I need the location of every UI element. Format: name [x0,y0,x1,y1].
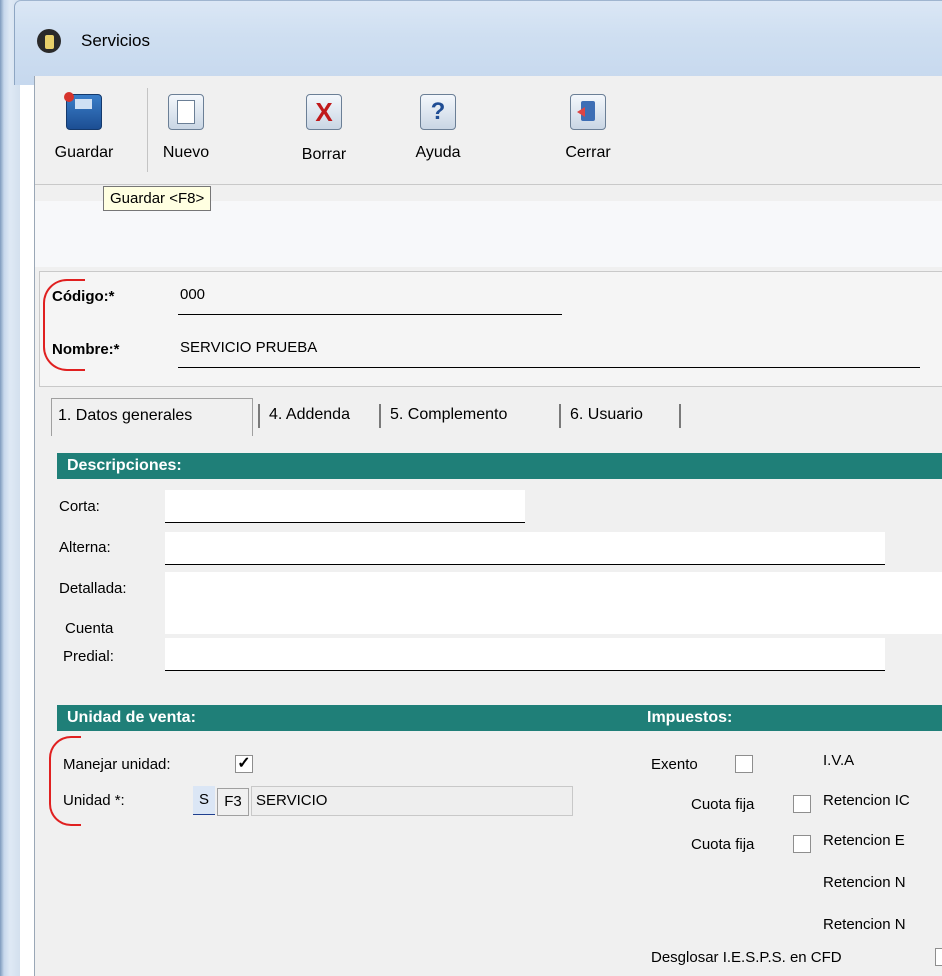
delete-icon: X [306,94,342,130]
detallada-label: Detallada: [59,580,127,597]
help-button[interactable]: ? Ayuda [407,94,469,176]
toolbar-separator [147,88,148,172]
descripciones-header: Descripciones: [57,453,942,479]
corta-label: Corta: [59,498,100,515]
cuenta-label: Cuenta [65,620,114,637]
unidad-venta-header: Unidad de venta: [57,705,637,731]
save-button[interactable]: Guardar [49,92,119,176]
new-button-label: Nuevo [162,144,210,161]
code-field[interactable]: 000 [178,286,562,315]
title-bar[interactable]: Servicios [14,0,942,85]
save-tooltip: Guardar <F8> [103,186,212,211]
close-button-label: Cerrar [565,144,611,161]
manejar-unidad-checkbox[interactable]: ✓ [235,755,253,773]
delete-button-label: Borrar [301,146,347,163]
cuota-fija-label-2: Cuota fija [691,836,755,853]
header-fields-box: Código:* 000 Nombre:* SERVICIO PRUEBA [39,271,942,387]
close-button[interactable]: Cerrar [557,94,619,176]
window-frame [0,0,20,976]
tab-separator [559,404,561,428]
cuota-fija-label-1: Cuota fija [691,796,755,813]
desglosar-label: Desglosar I.E.S.P.S. en CFD [651,949,842,966]
highlight-bracket-unidad [49,736,81,826]
alterna-label: Alterna: [59,539,111,556]
help-icon: ? [420,94,456,130]
detallada-field[interactable] [165,572,942,634]
close-door-icon [570,94,606,130]
tab-addenda[interactable]: 4. Addenda [263,398,385,432]
save-button-label: Guardar [54,144,114,161]
exento-checkbox[interactable] [735,755,753,773]
tab-datos-generales[interactable]: 1. Datos generales [51,398,253,436]
unidad-name-field: SERVICIO [251,786,573,816]
iva-label: I.V.A [823,752,855,769]
cuenta-predial-field[interactable] [165,638,885,671]
save-icon [64,92,102,130]
retencion-label-4: Retencion N [823,916,906,933]
window-title: Servicios [81,31,150,50]
unidad-code-field[interactable]: S [193,786,215,815]
impuestos-header: Impuestos: [637,705,942,731]
highlight-bracket-header [43,279,85,371]
desglosar-checkbox[interactable] [935,948,942,966]
tab-separator [258,404,260,428]
delete-button[interactable]: X Borrar [293,94,355,176]
retencion-label-1: Retencion IC [823,792,910,809]
exento-label: Exento [651,756,698,773]
corta-field[interactable] [165,490,525,523]
client-area: Guardar Nuevo X Borrar ? Ayuda Cerrar Gu… [34,76,942,976]
unidad-lookup-button[interactable]: F3 [217,788,249,816]
tab-separator [379,404,381,428]
alterna-field[interactable] [165,532,885,565]
cuota-fija-checkbox-1[interactable] [793,795,811,813]
cuota-fija-checkbox-2[interactable] [793,835,811,853]
app-icon [37,29,61,53]
predial-label: Predial: [63,648,114,665]
retencion-label-3: Retencion N [823,874,906,891]
tab-complemento[interactable]: 5. Complemento [384,398,556,432]
toolbar: Guardar Nuevo X Borrar ? Ayuda Cerrar [35,76,942,185]
help-button-label: Ayuda [415,144,461,161]
name-field[interactable]: SERVICIO PRUEBA [178,339,920,368]
tab-separator [679,404,681,428]
check-icon: ✓ [237,755,251,772]
new-document-icon [168,94,204,130]
tab-usuario[interactable]: 6. Usuario [564,398,686,432]
retencion-label-2: Retencion E [823,832,905,849]
new-button[interactable]: Nuevo [155,94,217,176]
application-window: Servicios Guardar Nuevo X Borrar ? Ayuda [0,0,942,976]
